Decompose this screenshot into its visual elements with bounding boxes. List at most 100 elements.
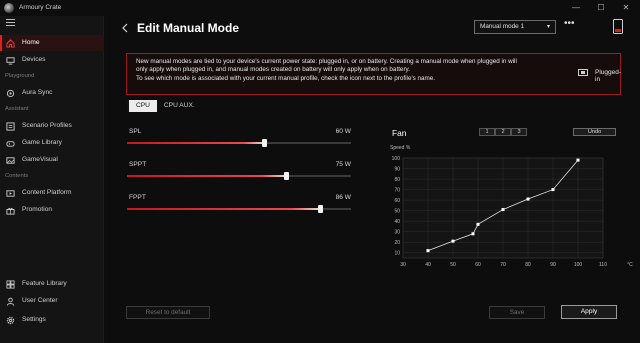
- fan-curve-point[interactable]: [576, 158, 580, 162]
- slider-track[interactable]: [127, 172, 351, 180]
- fan-preset-2[interactable]: 2: [495, 128, 511, 136]
- sidebar-item-label: Aura Sync: [22, 89, 53, 96]
- fan-curve-point[interactable]: [426, 249, 430, 253]
- x-tick-label: 30: [400, 262, 406, 268]
- fan-curve-point[interactable]: [471, 232, 475, 236]
- fan-presets: 1 2 3: [479, 128, 527, 136]
- power-state-notice: New manual modes are tied to your device…: [126, 53, 621, 95]
- gamevisual-icon: [6, 157, 15, 164]
- fan-curve-point[interactable]: [476, 222, 480, 226]
- close-button[interactable]: ✕: [616, 2, 636, 14]
- slider-fill: [127, 208, 320, 210]
- slider-thumb[interactable]: [284, 172, 290, 180]
- y-axis-label: Speed %: [390, 145, 411, 151]
- sidebar-item-label: Scenario Profiles: [22, 122, 72, 129]
- sidebar-item-promotion[interactable]: Promotion: [0, 202, 104, 218]
- sidebar-item-devices[interactable]: Devices: [0, 52, 104, 68]
- sidebar-item-feature-library[interactable]: Feature Library: [0, 276, 104, 292]
- feature-library-icon: [6, 280, 15, 289]
- aura-sync-icon: [6, 89, 15, 98]
- maximize-button[interactable]: ☐: [591, 2, 611, 14]
- fan-curve-chart[interactable]: 10 20 30 40 50 60 70 80 90 100 30 40 50 60 70 80 90 100 11…: [390, 142, 635, 272]
- fan-curve-point[interactable]: [501, 208, 505, 212]
- sidebar-item-label: Devices: [22, 56, 46, 63]
- tab-group: CPU CPU AUX.: [127, 100, 202, 112]
- x-tick-label: 50: [450, 262, 456, 268]
- menu-icon[interactable]: [6, 19, 15, 27]
- promotion-icon: [6, 207, 15, 215]
- slider-fill: [127, 175, 287, 177]
- sidebar-item-content-platform[interactable]: Content Platform: [0, 185, 104, 201]
- y-tick-label: 30: [394, 230, 400, 236]
- slider-thumb[interactable]: [261, 139, 267, 147]
- sidebar-item-settings[interactable]: Settings: [0, 312, 104, 328]
- main-panel: Edit Manual Mode Manual mode 1 ▾ ••• New…: [105, 16, 640, 343]
- fan-preset-3[interactable]: 3: [511, 128, 527, 136]
- minimize-button[interactable]: —: [566, 2, 586, 14]
- settings-icon: [6, 316, 15, 325]
- sidebar-item-game-library[interactable]: Game Library: [0, 135, 104, 151]
- content-platform-icon: [6, 190, 15, 197]
- sidebar-item-scenario-profiles[interactable]: Scenario Profiles: [0, 118, 104, 134]
- undo-button[interactable]: Undo: [573, 128, 616, 136]
- y-tick-label: 20: [394, 240, 400, 246]
- sidebar-item-aura-sync[interactable]: Aura Sync: [0, 85, 104, 101]
- notice-text: New manual modes are tied to your device…: [136, 58, 546, 83]
- section-contents: Contents: [5, 173, 29, 179]
- notice-line: New manual modes are tied to your device…: [136, 58, 517, 65]
- x-axis-label: °C: [627, 262, 633, 268]
- sidebar: Home Devices Playground Aura Sync Assist…: [0, 16, 104, 343]
- notice-line: To see which mode is associated with you…: [136, 74, 436, 82]
- sidebar-item-gamevisual[interactable]: GameVisual: [0, 152, 104, 168]
- sidebar-item-label: Promotion: [22, 206, 53, 213]
- tab-cpu[interactable]: CPU: [127, 100, 157, 112]
- slider-track[interactable]: [127, 139, 351, 147]
- scenario-profiles-icon: [6, 122, 15, 131]
- sidebar-item-label: GameVisual: [22, 156, 58, 163]
- sidebar-item-user-center[interactable]: User Center: [0, 293, 104, 309]
- slider-thumb[interactable]: [317, 205, 323, 213]
- y-tick-label: 100: [392, 156, 401, 162]
- slider-fill: [127, 142, 264, 144]
- sidebar-item-label: Feature Library: [22, 280, 67, 287]
- x-tick-label: 80: [525, 262, 531, 268]
- slider-value: 75 W: [335, 161, 351, 168]
- x-tick-label: 40: [425, 262, 431, 268]
- page-title: Edit Manual Mode: [137, 21, 239, 35]
- save-button[interactable]: Save: [489, 306, 545, 319]
- sidebar-item-label: Settings: [22, 316, 46, 323]
- app-title: Armoury Crate: [19, 4, 62, 11]
- slider-label: FPPT: [129, 194, 146, 201]
- slider-value: 86 W: [335, 194, 351, 201]
- device-battery-icon[interactable]: [613, 19, 623, 34]
- fan-curve-point[interactable]: [551, 188, 555, 192]
- x-tick-label: 100: [574, 262, 583, 268]
- reset-to-default-button[interactable]: Reset to default: [126, 306, 210, 319]
- apply-button[interactable]: Apply: [561, 305, 617, 319]
- game-library-icon: [6, 141, 15, 147]
- sidebar-item-label: Game Library: [22, 139, 62, 146]
- y-tick-label: 50: [394, 209, 400, 215]
- back-arrow-icon[interactable]: [120, 22, 130, 34]
- title-bar: Armoury Crate — ☐ ✕: [0, 0, 640, 16]
- fan-preset-1[interactable]: 1: [479, 128, 495, 136]
- x-tick-label: 110: [599, 262, 607, 268]
- x-tick-label: 70: [500, 262, 506, 268]
- sidebar-item-label: Content Platform: [22, 189, 72, 196]
- y-tick-label: 80: [394, 177, 400, 183]
- y-tick-label: 40: [394, 219, 400, 225]
- y-tick-label: 60: [394, 198, 400, 204]
- fan-curve-point[interactable]: [526, 197, 530, 201]
- sidebar-item-label: Home: [22, 39, 40, 46]
- more-options-icon[interactable]: •••: [564, 19, 578, 32]
- notice-line: only apply when plugged in, and manual m…: [136, 66, 410, 74]
- mode-select[interactable]: Manual mode 1 ▾: [474, 20, 556, 34]
- tab-cpu-aux[interactable]: CPU AUX.: [157, 100, 202, 112]
- fan-curve-point[interactable]: [451, 239, 455, 243]
- slider-track[interactable]: [127, 205, 351, 213]
- section-playground: Playground: [5, 73, 35, 79]
- mode-select-value: Manual mode 1: [480, 23, 525, 30]
- user-center-icon: [6, 297, 15, 306]
- power-state-label: Plugged-in: [595, 69, 622, 83]
- sidebar-item-home[interactable]: Home: [0, 35, 104, 51]
